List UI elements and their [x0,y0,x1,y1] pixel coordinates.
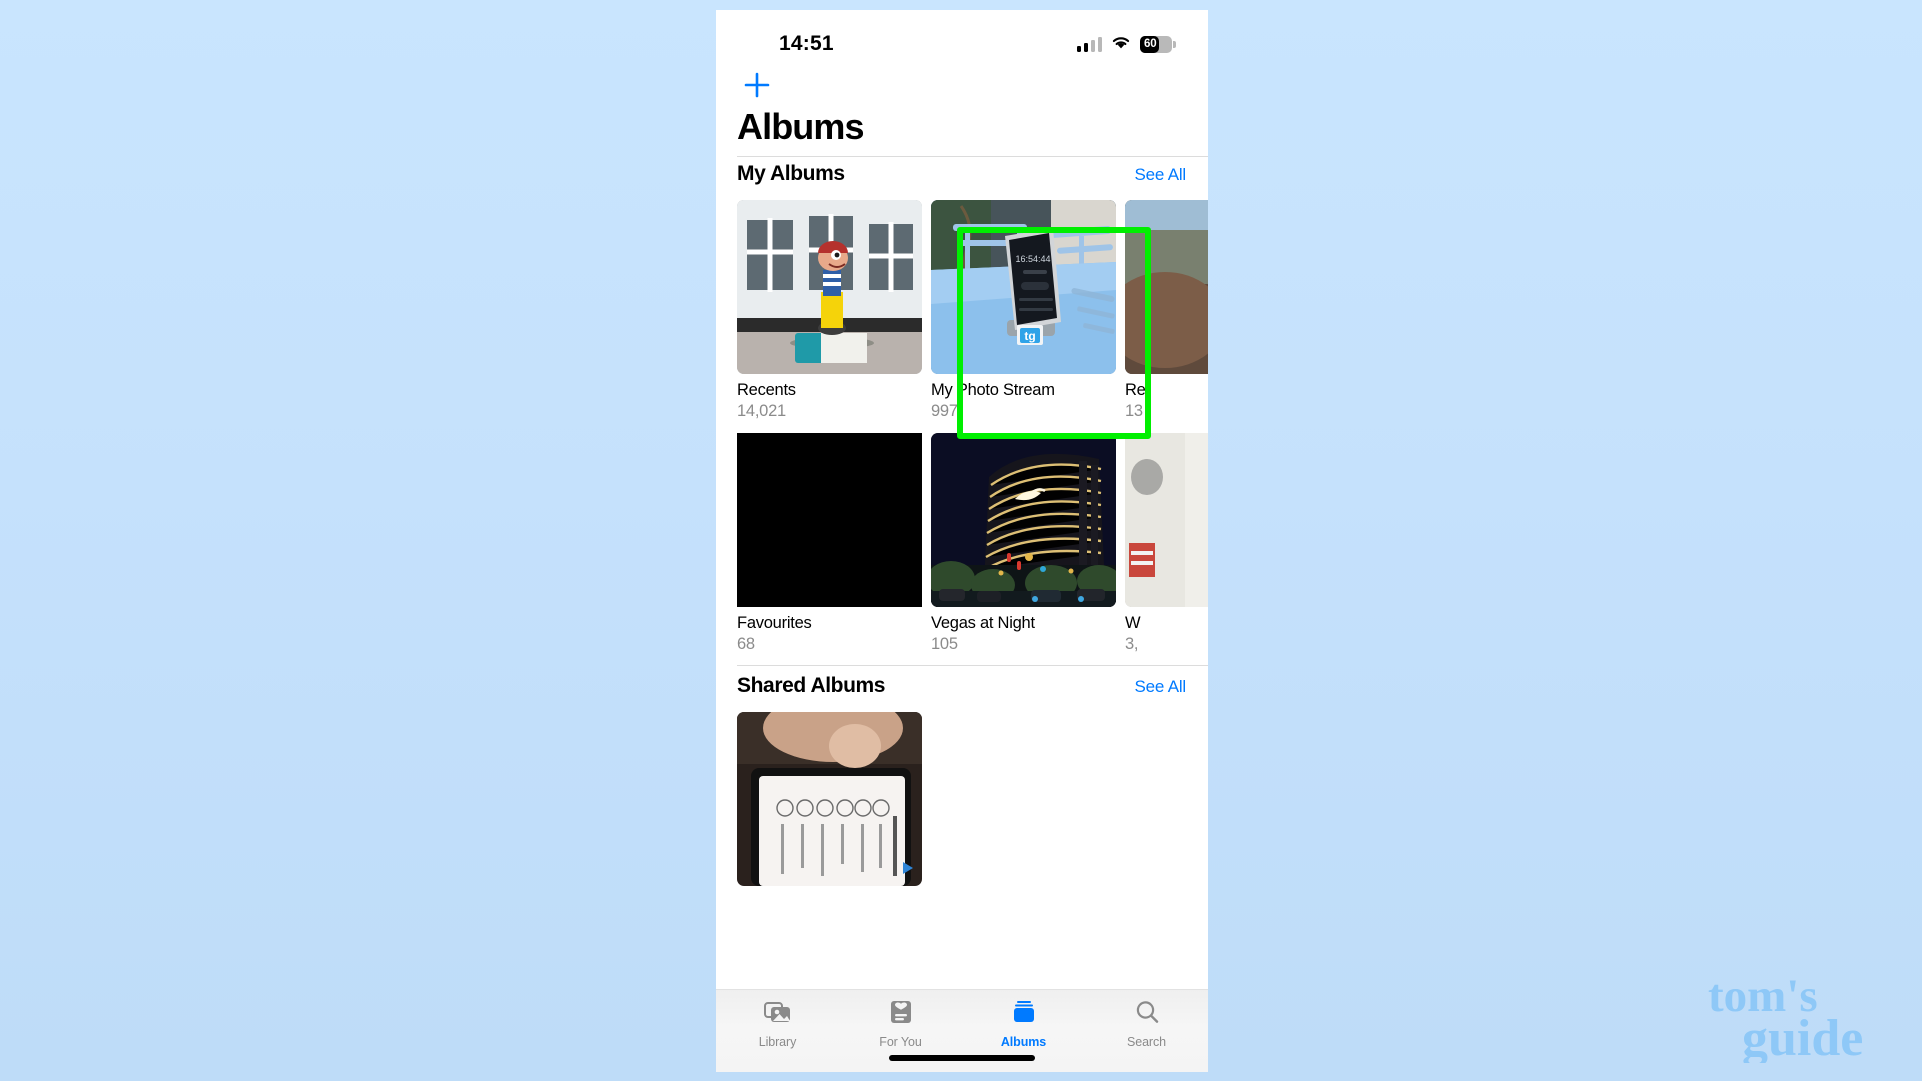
photos-library-icon [763,999,792,1030]
album-card-vegas-at-night[interactable]: Vegas at Night 105 [931,433,1116,654]
album-thumbnail[interactable] [931,433,1116,607]
shared-album-thumbnail[interactable] [737,712,922,886]
album-count: 14,021 [737,402,786,420]
album-thumbnail[interactable]: 16:54:44 tg [931,200,1116,374]
status-bar-time: 14:51 [779,32,834,55]
watermark-line-1: tom's [1708,970,1818,1022]
album-thumbnail[interactable] [1125,433,1208,607]
shared-albums-grid [737,712,1208,886]
album-name: Favourites [737,614,812,632]
album-count: 13 [1125,402,1143,420]
page-title: Albums [737,106,865,147]
album-thumbnail[interactable] [737,200,922,374]
add-album-button[interactable] [738,66,776,104]
album-card-partial-bottom[interactable]: W 3, [1125,433,1208,654]
tab-library[interactable]: Library [716,990,839,1072]
album-card-my-photo-stream[interactable]: 16:54:44 tg My Photo Stream 997 [931,200,1116,421]
album-name: W [1125,614,1141,632]
album-count: 3, [1125,635,1139,653]
section-header-shared-albums: Shared Albums See All [737,674,1186,698]
see-all-shared-albums[interactable]: See All [1134,677,1186,697]
my-albums-grid: Recents 14,021 16:54:44 tg My Photo Stre… [737,200,1208,654]
tab-label: Albums [1000,1035,1047,1049]
album-name: My Photo Stream [931,381,1055,399]
see-all-my-albums[interactable]: See All [1134,165,1186,185]
tab-search[interactable]: Search [1085,990,1208,1072]
svg-text:16:54:44: 16:54:44 [1015,254,1050,264]
watermark-line-2: guide [1742,1010,1863,1063]
battery-percent-label: 60 [1144,38,1157,50]
toms-guide-watermark: tom's guide [1708,967,1900,1067]
album-name: Vegas at Night [931,614,1035,632]
wifi-icon [1110,34,1132,55]
album-card-favourites[interactable]: Favourites 68 [737,433,922,654]
battery-icon: 60 [1140,35,1176,53]
status-bar: 14:51 60 [716,10,1208,68]
phone-screen: 14:51 60 Albums My Albums See All Recent… [716,10,1208,1072]
album-card-partial-top[interactable]: Re 13 [1125,200,1208,421]
divider [737,665,1208,666]
home-indicator [889,1055,1035,1061]
album-name: Re [1125,381,1146,399]
album-count: 105 [931,635,958,653]
svg-text:tg: tg [1024,329,1035,343]
album-name: Recents [737,381,796,399]
tab-label: For You [879,1035,922,1049]
album-count: 997 [931,402,958,420]
divider [737,156,1208,157]
cellular-signal-icon [1076,36,1102,52]
for-you-card-icon [888,999,914,1030]
search-magnifier-icon [1134,999,1160,1030]
tab-label: Search [1126,1035,1166,1049]
section-header-my-albums: My Albums See All [737,162,1186,186]
album-card-recents[interactable]: Recents 14,021 [737,200,922,421]
status-bar-icons: 60 [1076,33,1176,55]
album-count: 68 [737,635,755,653]
album-thumbnail[interactable] [1125,200,1208,374]
section-title-my-albums: My Albums [737,162,845,185]
albums-stack-icon [1011,999,1037,1030]
section-title-shared-albums: Shared Albums [737,674,886,697]
tab-bar: Library For You Albums Search [716,989,1208,1072]
album-thumbnail[interactable] [737,433,922,607]
tab-label: Library [758,1035,797,1049]
